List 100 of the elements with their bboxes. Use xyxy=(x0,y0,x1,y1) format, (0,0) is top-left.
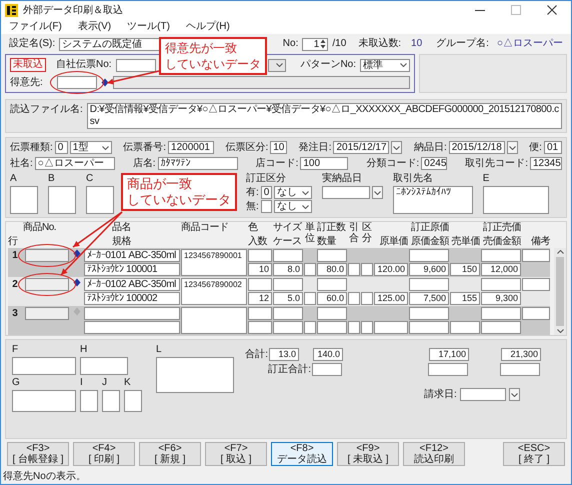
input-field[interactable]: ｶﾀﾏﾂﾃﾝ xyxy=(158,157,238,170)
input-field[interactable]: 12 xyxy=(248,292,272,305)
input-field[interactable]: 5.0 xyxy=(273,292,303,305)
input-field[interactable]: ﾒｰｶｰ0102 ABC-350ml xyxy=(84,278,180,291)
input-field[interactable]: 01 xyxy=(544,141,562,154)
input-field[interactable]: 155 xyxy=(450,292,480,305)
dropdown[interactable]: 標準 xyxy=(360,58,410,72)
input-field[interactable]: 9,300 xyxy=(481,292,521,305)
menu-item[interactable]: ファイル(F) xyxy=(9,19,62,34)
input-field[interactable]: 2015/12/18 xyxy=(448,141,505,154)
field-label: 取引先コード: xyxy=(465,158,528,170)
number-spinner[interactable]: 1 xyxy=(302,38,328,50)
callout-text: 商品が一致 xyxy=(127,176,193,192)
input-field[interactable]: ﾃｽﾄｼｮｳﾋﾝ 100001 xyxy=(84,263,180,276)
input-field[interactable]: 60.0 xyxy=(317,292,347,305)
input-field[interactable]: 9,600 xyxy=(409,263,449,276)
field-label: 合計: xyxy=(245,348,268,360)
input-field[interactable]: 100 xyxy=(300,157,348,170)
field-label: E xyxy=(482,173,490,185)
input-field[interactable]: 12345 xyxy=(530,157,562,170)
field-label: 請求日: xyxy=(424,388,457,400)
column-header: 行 xyxy=(8,236,19,248)
field-label: 訂正区分 xyxy=(246,173,287,185)
field-label: 納品日: xyxy=(414,142,447,154)
menu-item[interactable]: 表示(V) xyxy=(78,19,112,34)
field-label: H xyxy=(80,344,88,356)
function-key-button[interactable]: <F6> [ 新規 ] xyxy=(139,442,201,466)
input-field[interactable]: 1234567890001 xyxy=(181,249,247,276)
field-label: G xyxy=(12,377,21,389)
dropdown[interactable]: 1型 xyxy=(70,141,112,154)
input-field[interactable]: 1200001 xyxy=(168,141,214,154)
field-label: 伝票区分: xyxy=(225,142,268,154)
field-label: C xyxy=(86,173,94,185)
function-key-button[interactable]: <F8> データ読込 xyxy=(271,442,333,466)
input-field[interactable]: 1234567890002 xyxy=(181,278,247,305)
field-label: 10 xyxy=(411,38,422,50)
input-field[interactable]: 0245 xyxy=(421,157,448,170)
input-field[interactable]: 10 xyxy=(270,141,288,154)
function-key-button[interactable]: <F4> [ 印刷 ] xyxy=(73,442,135,466)
field-label: No: xyxy=(282,38,298,50)
dropdown[interactable]: なし xyxy=(274,186,312,199)
column-header: 商品No. xyxy=(23,222,58,234)
field-label: 伝票種類: xyxy=(10,142,53,154)
input-field[interactable]: 0 xyxy=(260,186,272,199)
field-label: 未取込数: xyxy=(358,38,402,50)
column-header: 品名 xyxy=(112,222,132,234)
function-key-button[interactable]: <F12> 読込印刷 xyxy=(403,442,465,466)
input-field[interactable]: 80.0 xyxy=(317,263,347,276)
input-field[interactable]: 0 xyxy=(54,141,68,154)
field-label: 訂正合計: xyxy=(268,364,311,376)
column-header: 色 xyxy=(248,222,259,234)
field-label: 店名: xyxy=(132,158,156,170)
field-label: K xyxy=(124,377,132,389)
column-header: 数量 xyxy=(317,236,337,248)
input-field[interactable]: 12,000 xyxy=(481,263,521,276)
function-key-button[interactable]: <F3> [ 台帳登録 ] xyxy=(7,442,69,466)
column-header: 原価金額 xyxy=(411,236,449,248)
field-label: 店コード: xyxy=(256,158,298,170)
input-field[interactable]: 8.0 xyxy=(273,263,303,276)
input-field[interactable]: ﾃｽﾄｼｮｳﾋﾝ 100002 xyxy=(84,292,180,305)
field-label: グループ名: xyxy=(436,38,489,50)
input-field[interactable]: 140.0 xyxy=(313,348,343,361)
menu-item[interactable]: ヘルプ(H) xyxy=(186,19,230,34)
column-header: 備考 xyxy=(531,236,550,248)
column-header: 訂正売価 xyxy=(483,222,521,234)
input-field[interactable]: 150 xyxy=(450,263,480,276)
row-number: 1 xyxy=(12,249,18,263)
status-badge: 未取込 xyxy=(10,58,46,72)
input-field[interactable]: 120.00 xyxy=(374,263,408,276)
function-key-button[interactable]: <F7> [ 取込 ] xyxy=(205,442,267,466)
function-key-button[interactable]: <F9> [ 未取込 ] xyxy=(337,442,399,466)
dropdown[interactable]: なし xyxy=(274,200,312,213)
field-label: 便: xyxy=(529,142,542,154)
column-header: 引合 xyxy=(349,222,359,246)
column-header: 入数 xyxy=(248,236,268,248)
input-field[interactable]: 10 xyxy=(248,263,272,276)
field-label: 取引先名 xyxy=(392,173,434,185)
input-field[interactable]: D:¥受信情報¥受信データ¥○△ロスーパー¥受信データ¥○△ロ_XXXXXXX_ABCDEFG000000_201512170800.csv xyxy=(86,103,562,129)
column-header: 売価金額 xyxy=(483,236,521,248)
field-label: 有: xyxy=(246,186,259,198)
field-label: 社名: xyxy=(10,158,33,170)
input-field[interactable]: ○△ロスーパー xyxy=(34,157,115,170)
field-label: 設定名(S): xyxy=(9,38,56,50)
text-box[interactable]: ﾆﾎﾝｼｽﾃﾑｶｲﾊﾂ xyxy=(392,186,473,214)
input-field[interactable]: 7,500 xyxy=(409,292,449,305)
input-field[interactable]: 2015/12/17 xyxy=(333,141,390,154)
input-field[interactable]: 125.00 xyxy=(374,292,408,305)
menu-item[interactable]: ツール(T) xyxy=(127,19,170,34)
input-field[interactable]: 13.0 xyxy=(269,348,299,361)
function-key-button[interactable]: <ESC> [ 終了 ] xyxy=(503,442,565,466)
field-label: ○△ロスーパー xyxy=(496,38,563,50)
field-label: I xyxy=(80,377,84,389)
input-field[interactable]: 17,100 xyxy=(429,348,469,361)
callout-text: していないデータ xyxy=(165,56,261,72)
callout-text: していないデータ xyxy=(127,192,231,208)
column-header: 単位 xyxy=(305,222,315,246)
input-field[interactable]: ﾒｰｶｰ0101 ABC-350ml xyxy=(84,249,180,262)
input-field[interactable]: 21,300 xyxy=(501,348,541,361)
column-header: 商品コード xyxy=(181,222,230,234)
field-label: パターンNo: xyxy=(300,59,356,71)
